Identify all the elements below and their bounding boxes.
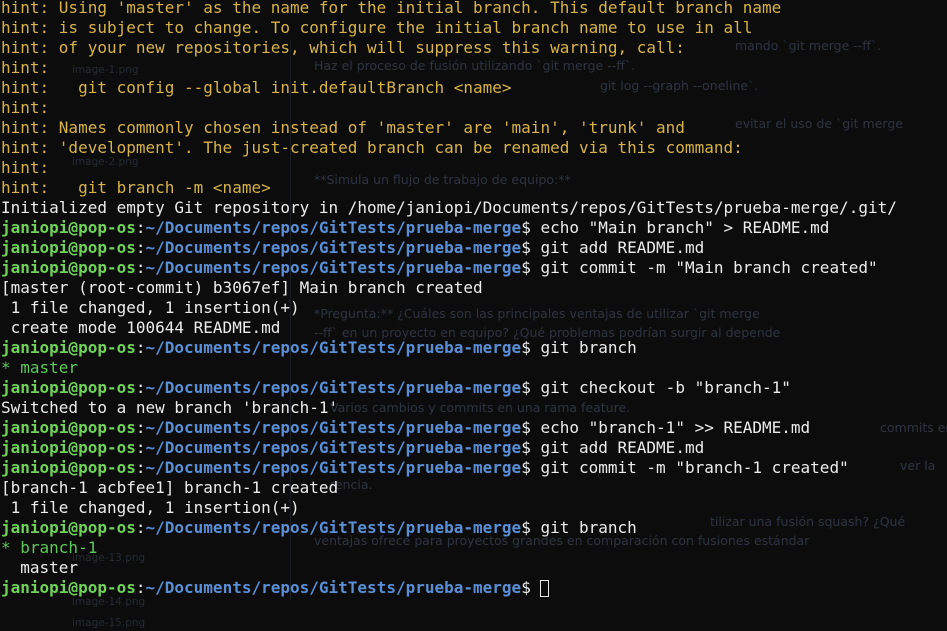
prompt-line: janiopi@pop-os:~/Documents/repos/GitTest… <box>1 458 947 478</box>
prompt-user-host: janiopi@pop-os <box>1 418 136 437</box>
prompt-line: janiopi@pop-os:~/Documents/repos/GitTest… <box>1 238 947 258</box>
prompt-symbol: $ <box>521 418 541 437</box>
output-line: [branch-1 acbfee1] branch-1 created <box>1 478 339 497</box>
branch-list-current: * branch-1 <box>1 538 98 557</box>
prompt-path: ~/Documents/repos/GitTests/prueba-merge <box>145 438 522 457</box>
prompt-separator: : <box>135 518 146 537</box>
prompt-path: ~/Documents/repos/GitTests/prueba-merge <box>145 458 522 477</box>
prompt-symbol: $ <box>521 378 541 397</box>
prompt-line: janiopi@pop-os:~/Documents/repos/GitTest… <box>1 338 947 358</box>
branch-list-current: * master <box>1 358 79 377</box>
prompt-separator: : <box>135 338 146 357</box>
prompt-user-host: janiopi@pop-os <box>1 238 136 257</box>
hint-line: hint: git config --global init.defaultBr… <box>1 78 512 97</box>
hint-line: hint: <box>1 58 59 77</box>
active-prompt-line[interactable]: janiopi@pop-os:~/Documents/repos/GitTest… <box>1 578 947 598</box>
command-text: git add README.md <box>540 438 705 457</box>
command-text: git commit -m "Main branch created" <box>540 258 878 277</box>
prompt-user-host: janiopi@pop-os <box>1 458 136 477</box>
prompt-path: ~/Documents/repos/GitTests/prueba-merge <box>145 258 522 277</box>
prompt-path: ~/Documents/repos/GitTests/prueba-merge <box>145 418 522 437</box>
prompt-symbol: $ <box>521 458 541 477</box>
output-line: create mode 100644 README.md <box>1 318 281 337</box>
prompt-user-host: janiopi@pop-os <box>1 218 136 237</box>
hint-line: hint: Using 'master' as the name for the… <box>1 0 782 17</box>
hint-line: hint: is subject to change. To configure… <box>1 18 753 37</box>
command-text: echo "Main branch" > README.md <box>540 218 830 237</box>
terminal-output[interactable]: hint: Using 'master' as the name for the… <box>1 0 947 598</box>
prompt-symbol: $ <box>521 238 541 257</box>
prompt-symbol: $ <box>521 438 541 457</box>
prompt-path: ~/Documents/repos/GitTests/prueba-merge <box>145 378 522 397</box>
command-text: echo "branch-1" >> README.md <box>540 418 811 437</box>
output-line: [master (root-commit) b3067ef] Main bran… <box>1 278 483 297</box>
command-text: git checkout -b "branch-1" <box>540 378 791 397</box>
prompt-user-host: janiopi@pop-os <box>1 378 136 397</box>
prompt-line: janiopi@pop-os:~/Documents/repos/GitTest… <box>1 258 947 278</box>
prompt-user-host: janiopi@pop-os <box>1 258 136 277</box>
hint-line: hint: <box>1 98 59 117</box>
output-line: Switched to a new branch 'branch-1' <box>1 398 339 417</box>
prompt-path: ~/Documents/repos/GitTests/prueba-merge <box>145 218 522 237</box>
hint-line: hint: 'development'. The just-created br… <box>1 138 743 157</box>
hint-line: hint: <box>1 158 59 177</box>
init-output-line: Initialized empty Git repository in /hom… <box>1 198 897 217</box>
prompt-user-host: janiopi@pop-os <box>1 518 136 537</box>
prompt-line: janiopi@pop-os:~/Documents/repos/GitTest… <box>1 518 947 538</box>
prompt-path: ~/Documents/repos/GitTests/prueba-merge <box>145 578 522 597</box>
prompt-separator: : <box>135 438 146 457</box>
prompt-separator: : <box>135 418 146 437</box>
prompt-line: janiopi@pop-os:~/Documents/repos/GitTest… <box>1 218 947 238</box>
hint-line: hint: Names commonly chosen instead of '… <box>1 118 685 137</box>
prompt-separator: : <box>135 238 146 257</box>
output-line: 1 file changed, 1 insertion(+) <box>1 298 300 317</box>
prompt-symbol: $ <box>521 258 541 277</box>
prompt-user-host: janiopi@pop-os <box>1 578 136 597</box>
hint-line: hint: git branch -m <name> <box>1 178 271 197</box>
prompt-separator: : <box>135 578 146 597</box>
prompt-separator: : <box>135 458 146 477</box>
command-text: git commit -m "branch-1 created" <box>540 458 849 477</box>
prompt-separator: : <box>135 218 146 237</box>
terminal-cursor[interactable] <box>540 580 550 597</box>
prompt-line: janiopi@pop-os:~/Documents/repos/GitTest… <box>1 418 947 438</box>
command-text: git add README.md <box>540 238 705 257</box>
prompt-separator: : <box>135 258 146 277</box>
prompt-line: janiopi@pop-os:~/Documents/repos/GitTest… <box>1 378 947 398</box>
prompt-symbol: $ <box>521 518 541 537</box>
prompt-path: ~/Documents/repos/GitTests/prueba-merge <box>145 518 522 537</box>
prompt-path: ~/Documents/repos/GitTests/prueba-merge <box>145 338 522 357</box>
prompt-symbol: $ <box>521 338 541 357</box>
prompt-symbol: $ <box>521 578 541 597</box>
command-text: git branch <box>540 338 637 357</box>
prompt-symbol: $ <box>521 218 541 237</box>
command-text: git branch <box>540 518 637 537</box>
branch-list-item: master <box>1 558 79 577</box>
prompt-separator: : <box>135 378 146 397</box>
hint-line: hint: of your new repositories, which wi… <box>1 38 685 57</box>
prompt-path: ~/Documents/repos/GitTests/prueba-merge <box>145 238 522 257</box>
prompt-line: janiopi@pop-os:~/Documents/repos/GitTest… <box>1 438 947 458</box>
prompt-user-host: janiopi@pop-os <box>1 338 136 357</box>
prompt-user-host: janiopi@pop-os <box>1 438 136 457</box>
ghost-file-item: image-15.png <box>72 617 146 629</box>
output-line: 1 file changed, 1 insertion(+) <box>1 498 300 517</box>
